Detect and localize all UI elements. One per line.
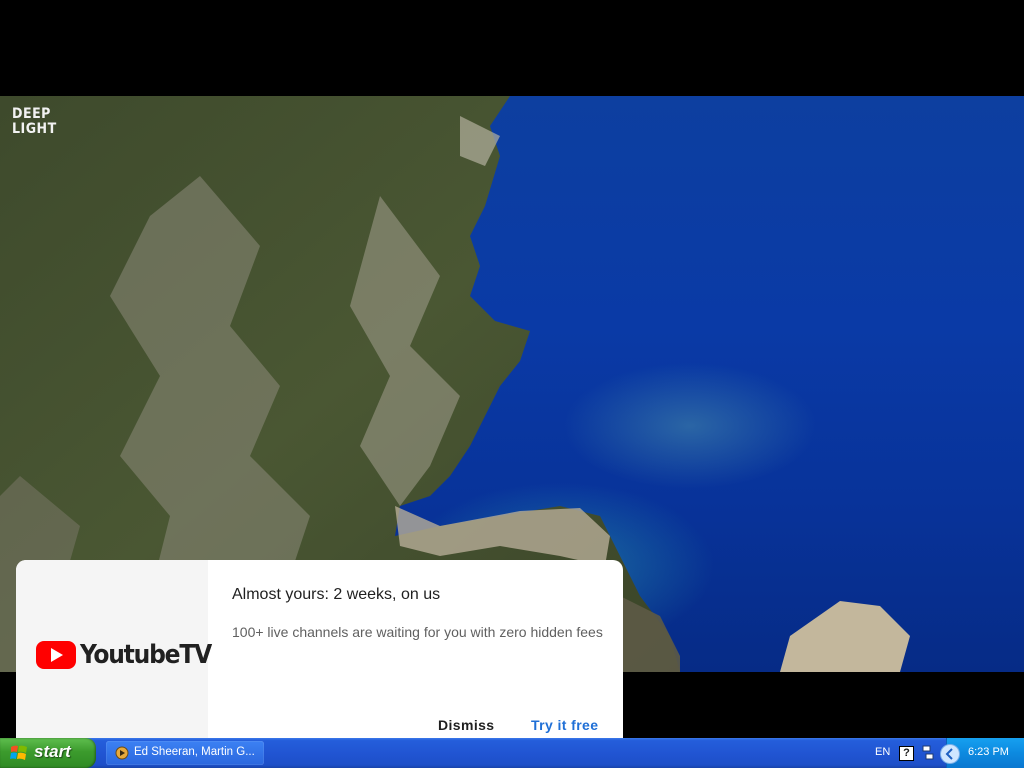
media-player-icon bbox=[115, 746, 129, 760]
network-icon[interactable] bbox=[922, 745, 934, 761]
youtube-tv-promo-card: YoutubeTV Almost yours: 2 weeks, on us 1… bbox=[16, 560, 623, 738]
dismiss-button[interactable]: Dismiss bbox=[438, 717, 495, 733]
try-it-free-button[interactable]: Try it free bbox=[531, 717, 598, 733]
channel-watermark: DEEP LIGHT bbox=[12, 107, 57, 137]
taskbar-item-label: Ed Sheeran, Martin G... bbox=[134, 746, 255, 758]
promo-subtitle: 100+ live channels are waiting for you w… bbox=[232, 624, 603, 640]
promo-brand-panel: YoutubeTV bbox=[16, 560, 212, 738]
help-icon[interactable]: ? bbox=[899, 746, 914, 761]
language-indicator[interactable]: EN bbox=[875, 746, 890, 758]
taskbar: start Ed Sheeran, Martin G... EN ? 6:23 … bbox=[0, 738, 1024, 768]
youtube-tv-logo-text: YoutubeTV bbox=[80, 640, 212, 670]
desktop-screen: DEEP LIGHT YoutubeTV Almost yours: 2 wee… bbox=[0, 0, 1024, 768]
watermark-line-1: DEEP bbox=[12, 106, 51, 122]
clock[interactable]: 6:23 PM bbox=[968, 746, 1009, 758]
chevron-glyph bbox=[945, 748, 953, 760]
taskbar-item-browser[interactable]: Ed Sheeran, Martin G... bbox=[106, 741, 264, 765]
promo-title: Almost yours: 2 weeks, on us bbox=[232, 586, 441, 603]
youtube-play-icon bbox=[36, 641, 76, 669]
chevron-left-icon[interactable] bbox=[940, 744, 960, 764]
windows-flag-icon bbox=[10, 745, 27, 760]
start-label: start bbox=[34, 742, 71, 761]
start-button[interactable]: start bbox=[0, 738, 96, 768]
youtube-tv-logo: YoutubeTV bbox=[36, 640, 212, 670]
watermark-line-2: LIGHT bbox=[12, 121, 57, 137]
